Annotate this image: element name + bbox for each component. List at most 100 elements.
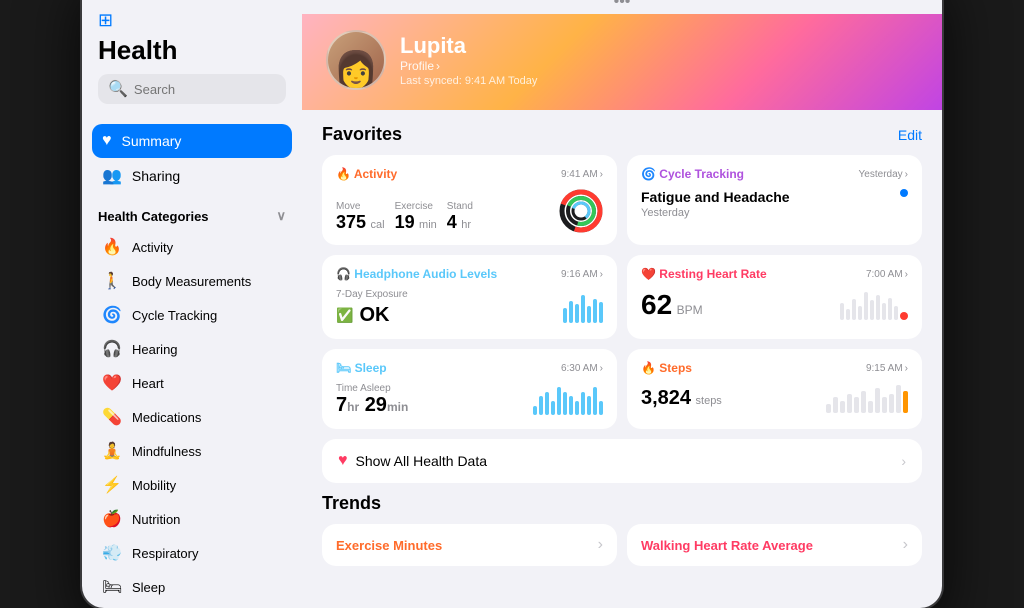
- sharing-label: Sharing: [132, 168, 180, 184]
- headphone-card[interactable]: 🎧 Headphone Audio Levels 9:16 AM › 7-Day…: [322, 255, 617, 339]
- sleep-value: 7hr 29min: [336, 394, 408, 416]
- sleep-card[interactable]: 🛏 Sleep 6:30 AM › Time Asleep 7hr 29min: [322, 349, 617, 429]
- cat-label-mobility: Mobility: [132, 478, 176, 493]
- steps-chevron-icon: ›: [905, 363, 908, 374]
- activity-chevron-icon: ›: [600, 169, 603, 180]
- heart-rate-chevron-icon: ›: [905, 269, 908, 280]
- cat-item-nutrition[interactable]: 🍎 Nutrition: [92, 502, 292, 536]
- cycle-card-time: Yesterday ›: [859, 169, 908, 180]
- cat-item-symptoms[interactable]: 🩺 Symptoms: [92, 604, 292, 608]
- cycle-card-header: 🌀 Cycle Tracking Yesterday ›: [641, 167, 908, 181]
- cat-item-heart[interactable]: ❤️ Heart: [92, 366, 292, 400]
- avatar[interactable]: 👩: [326, 30, 386, 90]
- mindfulness-icon: 🧘: [102, 441, 122, 461]
- nutrition-icon: 🍎: [102, 509, 122, 529]
- tablet-frame: 9:41 AM Mon Jun 5 📶 100% 🔋 ⊞ Health 🔍 🎙: [82, 0, 942, 608]
- sidebar-top: Health 🔍 🎙: [82, 35, 302, 124]
- cat-label-activity: Activity: [132, 240, 173, 255]
- cat-label-mindfulness: Mindfulness: [132, 444, 201, 459]
- steps-value: 3,824: [641, 387, 691, 409]
- cat-item-mobility[interactable]: ⚡ Mobility: [92, 468, 292, 502]
- show-all-row[interactable]: ♥ Show All Health Data ›: [322, 439, 922, 483]
- cycle-card-title: 🌀 Cycle Tracking: [641, 167, 744, 181]
- trend-card-exercise[interactable]: Exercise Minutes ›: [322, 524, 617, 566]
- steps-card[interactable]: 🔥 Steps 9:15 AM › 3,824 steps: [627, 349, 922, 429]
- activity-card-time: 9:41 AM ›: [561, 169, 603, 180]
- cat-item-activity[interactable]: 🔥 Activity: [92, 230, 292, 264]
- sidebar-item-sharing[interactable]: 👥 Sharing: [92, 158, 292, 194]
- profile-chevron-icon: ›: [436, 59, 440, 73]
- cat-item-cycle[interactable]: 🌀 Cycle Tracking: [92, 298, 292, 332]
- sidebar-item-summary[interactable]: ♥ Summary: [92, 124, 292, 158]
- heart-rate-card[interactable]: ❤️ Resting Heart Rate 7:00 AM › 62 BPM: [627, 255, 922, 339]
- exercise-value: 19: [395, 212, 415, 232]
- steps-card-time: 9:15 AM ›: [866, 363, 908, 374]
- cat-item-respiratory[interactable]: 💨 Respiratory: [92, 536, 292, 570]
- search-input[interactable]: [134, 82, 302, 97]
- medications-icon: 💊: [102, 407, 122, 427]
- headphone-sub: 7-Day Exposure: [336, 289, 408, 300]
- sleep-card-header: 🛏 Sleep 6:30 AM ›: [336, 361, 603, 375]
- activity-card[interactable]: 🔥 Activity 9:41 AM › Move 375 cal: [322, 155, 617, 245]
- cat-label-nutrition: Nutrition: [132, 512, 180, 527]
- heart-icon: ❤️: [102, 373, 122, 393]
- cat-label-cycle: Cycle Tracking: [132, 308, 217, 323]
- favorites-section: Favorites Edit 🔥 Activity 9:41 AM ›: [302, 110, 942, 580]
- cycle-info: Fatigue and Headache Yesterday: [641, 189, 790, 219]
- trends-header: Trends: [322, 493, 922, 514]
- search-box[interactable]: 🔍 🎙: [98, 74, 286, 104]
- sidebar-indicator: ⊞: [82, 2, 302, 35]
- activity-ring: [559, 189, 603, 233]
- profile-header: 👩 Lupita Profile › Last synced: 9:41 AM …: [302, 14, 942, 110]
- cycle-chevron-icon: ›: [905, 169, 908, 180]
- cycle-event-sub: Yesterday: [641, 207, 790, 219]
- cat-item-mindfulness[interactable]: 🧘 Mindfulness: [92, 434, 292, 468]
- cat-item-sleep[interactable]: 🛏 Sleep: [92, 570, 292, 604]
- headphone-card-header: 🎧 Headphone Audio Levels 9:16 AM ›: [336, 267, 603, 281]
- cycle-card[interactable]: 🌀 Cycle Tracking Yesterday › Fatigue and…: [627, 155, 922, 245]
- heart-rate-card-header: ❤️ Resting Heart Rate 7:00 AM ›: [641, 267, 908, 281]
- move-label: Move: [336, 201, 385, 212]
- move-metric: Move 375 cal: [336, 201, 385, 233]
- profile-link[interactable]: Profile ›: [400, 59, 537, 73]
- heart-rate-card-title: ❤️ Resting Heart Rate: [641, 267, 767, 281]
- top-dots: •••: [302, 0, 942, 14]
- heart-rate-body: 62 BPM: [641, 289, 908, 321]
- bpm-unit: BPM: [677, 303, 703, 317]
- favorites-header: Favorites Edit: [322, 124, 922, 145]
- cat-item-body[interactable]: 🚶 Body Measurements: [92, 264, 292, 298]
- favorites-title: Favorites: [322, 124, 402, 145]
- cycle-dot: [900, 189, 908, 197]
- activity-card-title: 🔥 Activity: [336, 167, 397, 181]
- exercise-unit: min: [419, 219, 437, 231]
- categories-chevron: ∨: [276, 208, 286, 224]
- cat-item-medications[interactable]: 💊 Medications: [92, 400, 292, 434]
- search-icon: 🔍: [108, 79, 128, 99]
- show-all-heart-icon: ♥: [338, 452, 348, 470]
- steps-body: 3,824 steps: [641, 383, 908, 413]
- cat-item-hearing[interactable]: 🎧 Hearing: [92, 332, 292, 366]
- stand-value: 4: [447, 212, 457, 232]
- headphone-chevron-icon: ›: [600, 269, 603, 280]
- exercise-metric: Exercise 19 min: [395, 201, 437, 233]
- steps-unit: steps: [696, 395, 722, 407]
- summary-label: Summary: [122, 133, 182, 149]
- stand-unit: hr: [461, 219, 471, 231]
- sleep-info: Time Asleep 7hr 29min: [336, 383, 408, 417]
- sidebar: ⊞ Health 🔍 🎙 ♥ Summary 👥 Sharing: [82, 0, 302, 608]
- trend-chevron-exercise: ›: [598, 536, 603, 554]
- headphone-chart: [563, 293, 603, 323]
- trend-card-walking-hr[interactable]: Walking Heart Rate Average ›: [627, 524, 922, 566]
- steps-chart: [826, 383, 908, 413]
- ok-row: ✅ OK: [336, 304, 408, 327]
- headphone-body: 7-Day Exposure ✅ OK: [336, 289, 603, 327]
- trends-row: Exercise Minutes › Walking Heart Rate Av…: [322, 524, 922, 566]
- mobility-icon: ⚡: [102, 475, 122, 495]
- cat-label-sleep: Sleep: [132, 580, 165, 595]
- cards-grid: 🔥 Activity 9:41 AM › Move 375 cal: [322, 155, 922, 429]
- main-panel: ••• 👩 Lupita Profile › Last synced: 9:41…: [302, 0, 942, 608]
- sleep-sub: Time Asleep: [336, 383, 408, 394]
- edit-button[interactable]: Edit: [898, 127, 922, 143]
- sleep-body: Time Asleep 7hr 29min: [336, 383, 603, 417]
- steps-card-header: 🔥 Steps 9:15 AM ›: [641, 361, 908, 375]
